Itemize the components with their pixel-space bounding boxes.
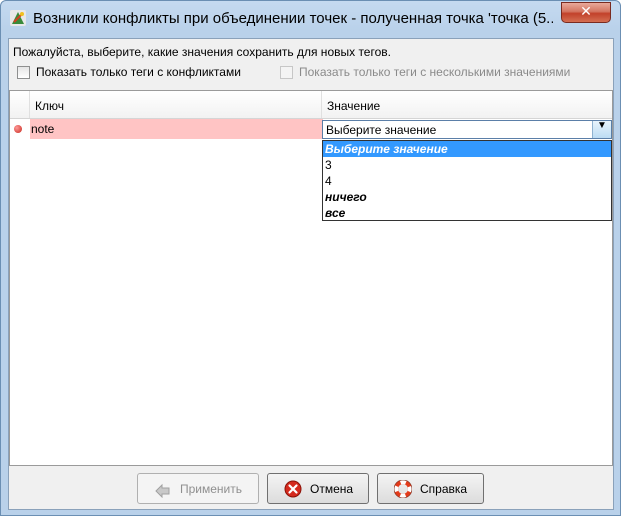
combobox-value: Выберите значение xyxy=(326,123,437,137)
title-bar[interactable]: Возникли конфликты при объединении точек… xyxy=(1,1,620,37)
row-key-cell[interactable]: note xyxy=(30,119,323,139)
conflict-dot-icon xyxy=(14,125,22,133)
checkbox-label: Показать только теги с несколькими значе… xyxy=(299,65,571,79)
josm-app-icon xyxy=(10,10,26,26)
checkbox-box xyxy=(280,65,293,79)
dropdown-arrow-button[interactable]: ▼ xyxy=(592,120,611,138)
cancel-icon xyxy=(284,480,302,498)
dropdown-option-choose[interactable]: Выберите значение xyxy=(323,141,611,157)
show-conflicts-checkbox[interactable]: Показать только теги с конфликтами xyxy=(17,63,241,81)
column-separator[interactable] xyxy=(321,91,322,118)
table-row[interactable]: note Выберите значение ▼ xyxy=(10,119,612,140)
dropdown-option-4[interactable]: 4 xyxy=(323,173,611,189)
cancel-button[interactable]: Отмена xyxy=(267,473,369,504)
value-dropdown-list[interactable]: Выберите значение 3 4 ничего все xyxy=(322,140,612,221)
apply-label: Применить xyxy=(180,482,243,496)
close-button[interactable]: ✕ xyxy=(561,2,611,23)
cancel-label: Отмена xyxy=(310,482,354,496)
table-header: Ключ Значение xyxy=(10,91,612,119)
help-button[interactable]: Справка xyxy=(377,473,484,504)
header-key[interactable]: Ключ xyxy=(35,91,64,118)
dropdown-option-3[interactable]: 3 xyxy=(323,157,611,173)
lifebuoy-help-icon xyxy=(394,480,412,498)
checkbox-box[interactable] xyxy=(17,65,30,79)
chevron-down-icon: ▼ xyxy=(597,120,607,131)
close-icon: ✕ xyxy=(580,4,592,20)
checkbox-label: Показать только теги с конфликтами xyxy=(36,65,241,79)
column-separator[interactable] xyxy=(29,91,30,118)
apply-arrow-icon xyxy=(155,483,170,498)
apply-button: Применить xyxy=(137,473,259,504)
window-title: Возникли конфликты при объединении точек… xyxy=(33,10,553,27)
help-label: Справка xyxy=(420,482,468,496)
instruction-text: Пожалуйста, выберите, какие значения сох… xyxy=(13,45,391,59)
dropdown-option-none[interactable]: ничего xyxy=(323,189,611,205)
row-marker xyxy=(10,119,29,139)
show-multi-values-checkbox: Показать только теги с несколькими значе… xyxy=(280,63,570,81)
dialog-content: Пожалуйста, выберите, какие значения сох… xyxy=(8,38,614,510)
tags-table[interactable]: Ключ Значение note Выберите значение ▼ В… xyxy=(9,90,613,466)
value-combobox[interactable]: Выберите значение ▼ xyxy=(322,120,612,139)
dropdown-option-all[interactable]: все xyxy=(323,205,611,221)
dialog-window: Возникли конфликты при объединении точек… xyxy=(0,0,621,516)
header-value[interactable]: Значение xyxy=(327,91,380,118)
